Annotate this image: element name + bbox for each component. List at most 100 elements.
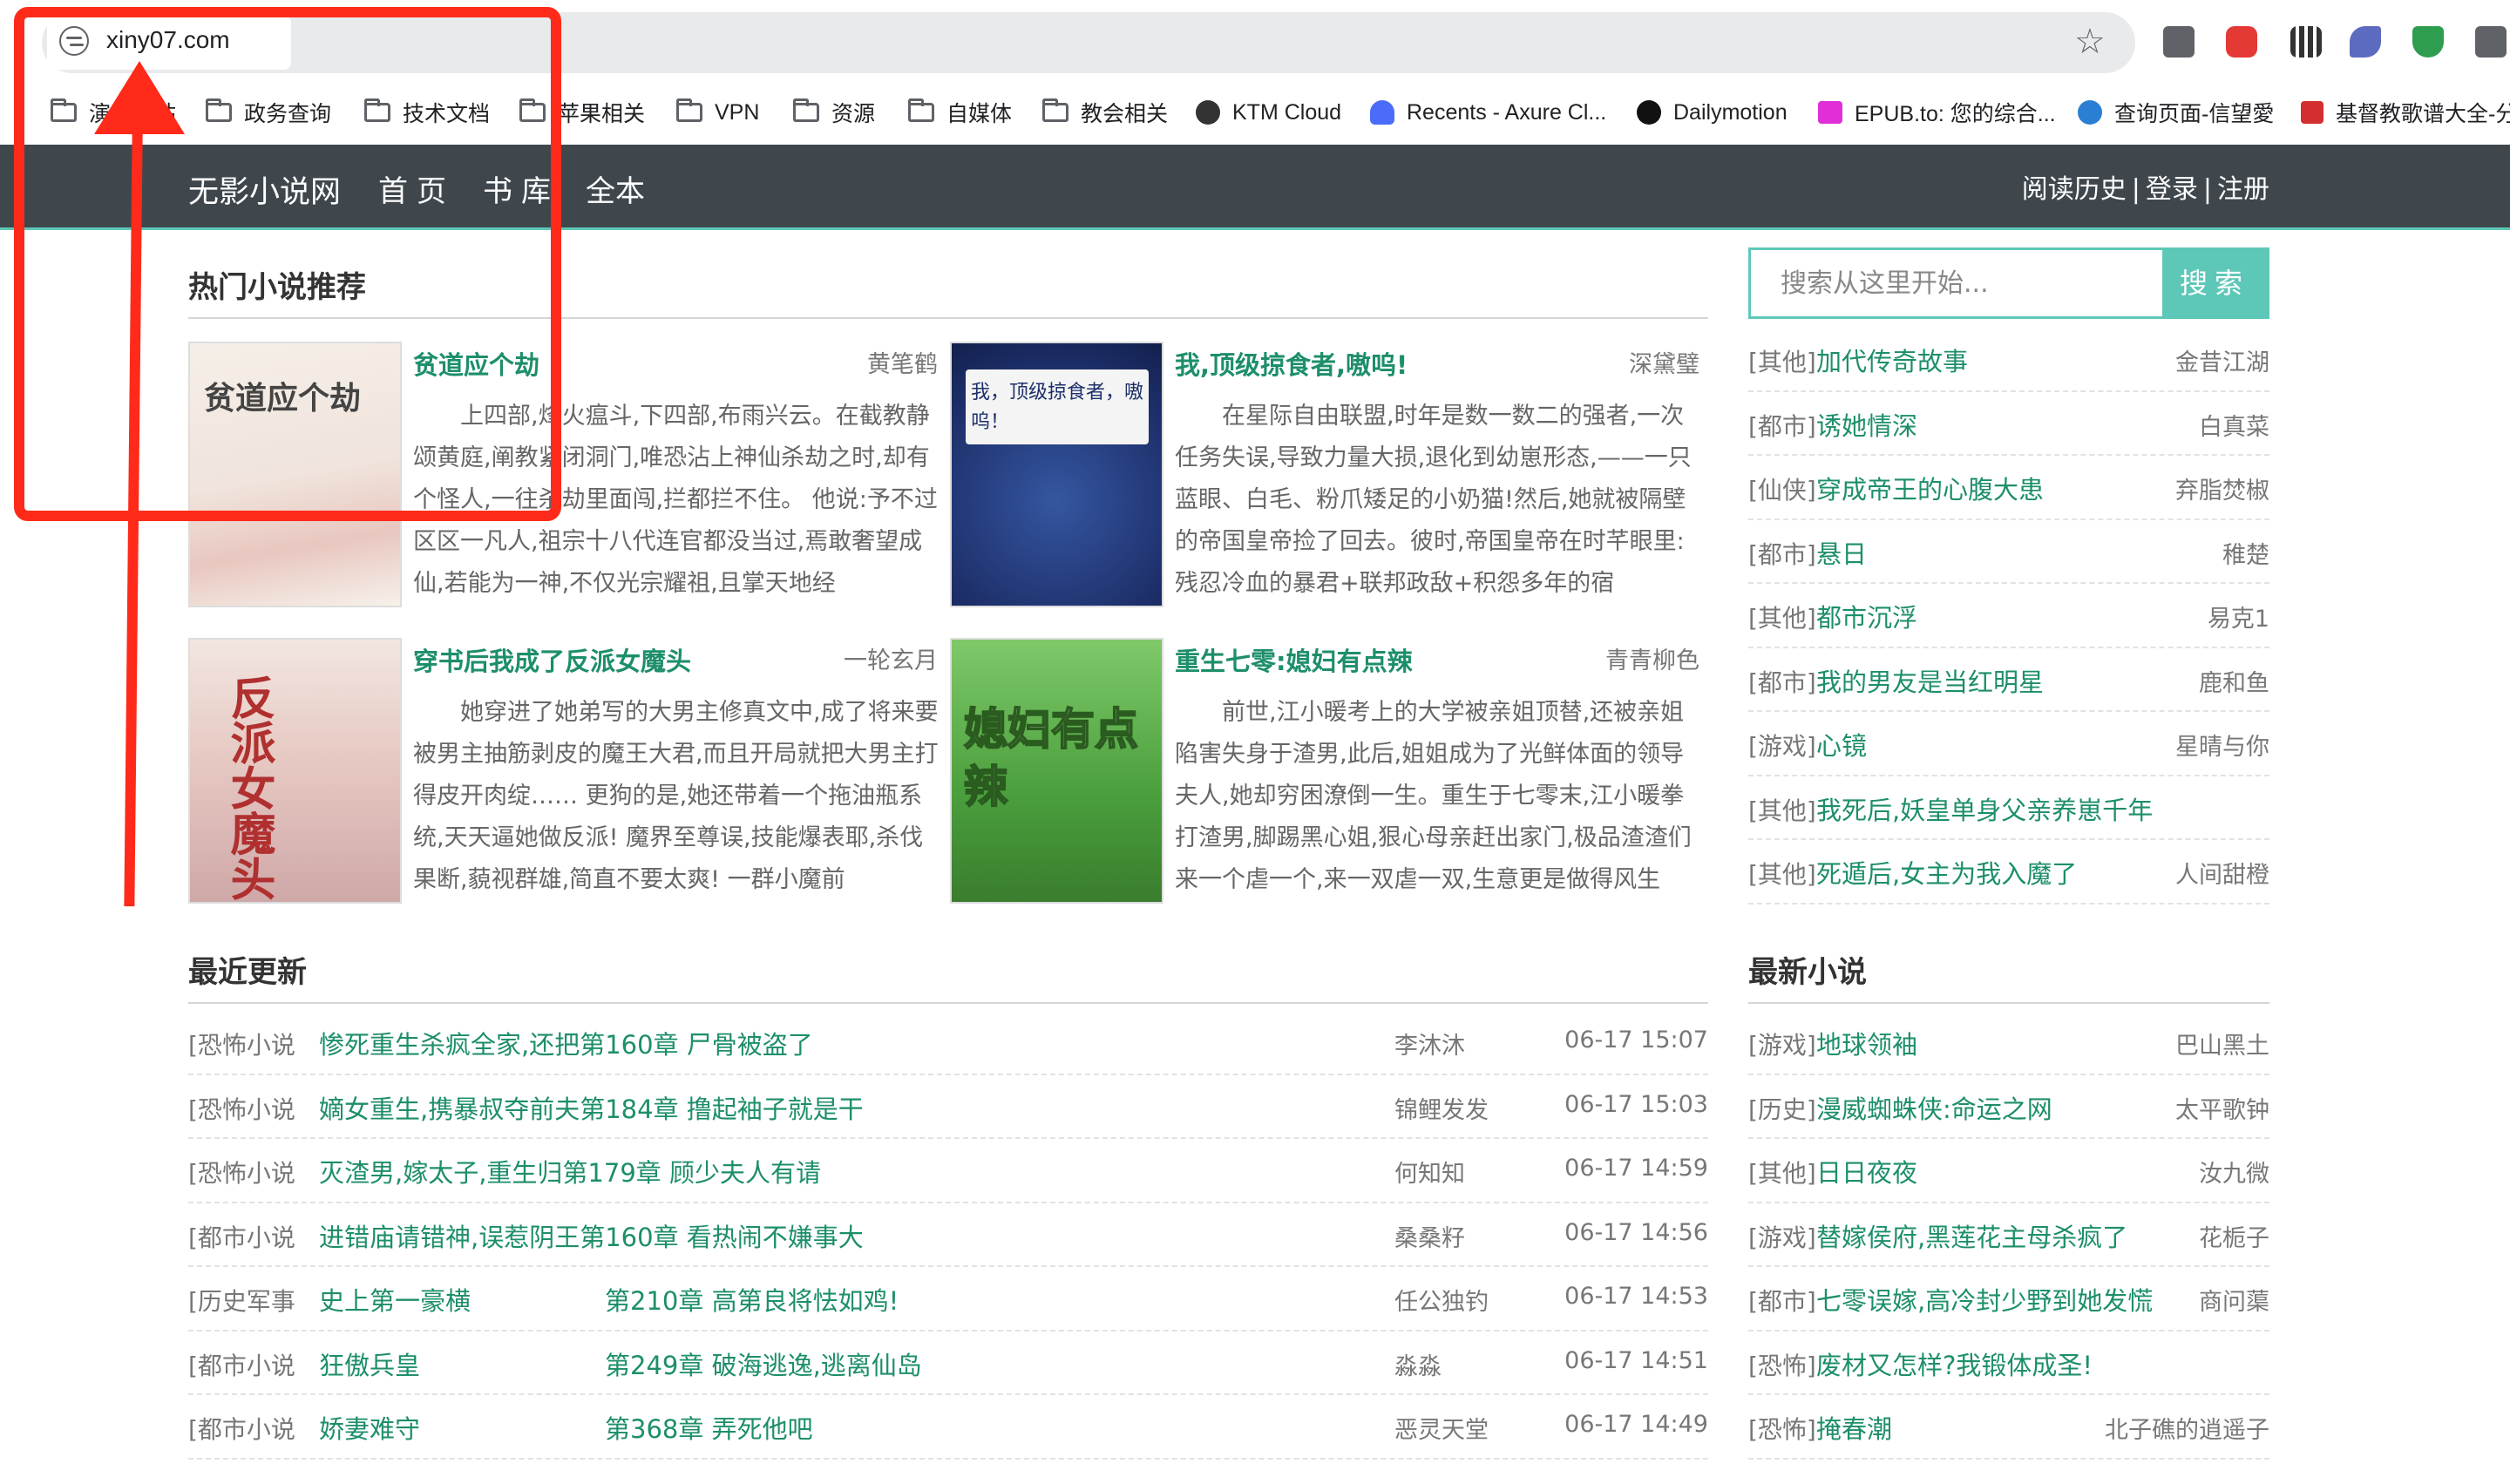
category-label: [游戏]: [1748, 1031, 1816, 1060]
table-row: [恐怖小说 嫡女重生,携暴叔夺前夫第184章 撸起袖子就是干 锦鲤发发 06-17 1…: [188, 1075, 1708, 1139]
music-icon: [2301, 101, 2323, 124]
book-title-link[interactable]: 穿书后我成了反派女魔头: [413, 641, 691, 678]
bookmark-item[interactable]: 资源: [793, 92, 875, 132]
bookmark-label: EPUB.to: 您的综合...: [1855, 102, 2056, 126]
bookmark-label: Recents - Axure Cl...: [1407, 99, 1607, 125]
category-label: [其他]: [1748, 604, 1816, 633]
bookmark-label: 自媒体: [946, 102, 1013, 126]
register-link[interactable]: 注册: [2217, 174, 2269, 205]
bookmark-item[interactable]: Recents - Axure Cl...: [1370, 92, 1606, 132]
novel-link[interactable]: 我死后,妖皇单身父亲养崽千年: [1816, 790, 2153, 827]
recent-section-title: 最近更新: [188, 955, 307, 990]
novel-link[interactable]: 狂傲兵皇: [319, 1345, 420, 1382]
novel-link[interactable]: 地球领袖: [1816, 1025, 1917, 1061]
author-name: 太平歌钟: [2175, 1096, 2269, 1124]
update-time: 06-17 14:59: [1564, 1155, 1708, 1182]
novel-link[interactable]: 加代传奇故事: [1816, 342, 1968, 378]
novel-link[interactable]: 悬日: [1816, 534, 1867, 571]
qr-extension-icon[interactable]: [2290, 26, 2322, 58]
list-item: [其他] 死遁后,女主为我入魔了 人间甜橙: [1748, 840, 2269, 905]
novel-chapter-link[interactable]: 进错庙请错神,误惹阴王第160章 看热闹不嫌事大: [319, 1217, 864, 1254]
category-label: [都市小说: [188, 1223, 295, 1252]
novel-link[interactable]: 史上第一豪横: [319, 1281, 471, 1318]
novel-link[interactable]: 日日夜夜: [1816, 1153, 1917, 1189]
author-name: 李沐沐: [1394, 1033, 1465, 1060]
search-input[interactable]: [1751, 250, 2164, 316]
novel-link[interactable]: 穿成帝王的心腹大患: [1816, 470, 2044, 506]
newest-novels-list: [游戏] 地球领袖 巴山黑土 [历史] 漫威蜘蛛侠:命运之网 太平歌钟 [其他] 日日夜夜…: [1748, 1011, 2269, 1460]
table-row: [都市小说 狂傲兵皇 第249章 破海逃逸,逃离仙岛 淼淼 06-17 14:51: [188, 1332, 1708, 1395]
bookmark-item[interactable]: KTM Cloud: [1196, 92, 1341, 132]
shield-extension-icon[interactable]: [2412, 26, 2444, 58]
author-name: 鹿和鱼: [2199, 669, 2269, 697]
red-extension-icon[interactable]: [2226, 26, 2257, 58]
book-title-link[interactable]: 我,顶级掠食者,嗷呜!: [1175, 345, 1408, 382]
login-link[interactable]: 登录: [2146, 174, 2198, 205]
bookmark-item[interactable]: 自媒体: [908, 92, 1012, 132]
book-cover[interactable]: 反派女魔头: [188, 638, 402, 904]
novel-chapter-link[interactable]: 嫡女重生,携暴叔夺前夫第184章 撸起袖子就是干: [319, 1089, 864, 1126]
author-name: 花栀子: [2199, 1224, 2269, 1252]
novel-link[interactable]: 七零误嫁,高冷封少野到她发慌: [1816, 1281, 2153, 1318]
bookmark-label: 教会相关: [1081, 102, 1169, 126]
chapter-link[interactable]: 第210章 高第良将怯如鸡!: [605, 1281, 899, 1318]
author-name: 桑桑籽: [1394, 1224, 1465, 1252]
category-label: [其他]: [1748, 1159, 1816, 1188]
book-author: 一轮玄月: [844, 647, 938, 674]
puzzle-extension-icon[interactable]: [2475, 26, 2507, 58]
novel-link[interactable]: 娇妻难守: [319, 1409, 420, 1446]
book-description: 前世,江小暖考上的大学被亲姐顶替,还被亲姐陷害失身于渣男,此后,姐姐成为了光鲜体…: [1175, 699, 1692, 893]
author-name: 金昔江湖: [2175, 349, 2269, 376]
author-name: 人间甜橙: [2175, 862, 2269, 889]
chapter-link[interactable]: 第249章 破海逃逸,逃离仙岛: [605, 1345, 922, 1382]
book-cover[interactable]: 媳妇有点辣: [950, 638, 1163, 904]
chapter-link[interactable]: 第368章 弄死他吧: [605, 1409, 813, 1446]
category-label: [游戏]: [1748, 1223, 1816, 1252]
list-item: [其他] 我死后,妖皇单身父亲养崽千年: [1748, 776, 2269, 840]
novel-chapter-link[interactable]: 惨死重生杀疯全家,还把第160章 尸骨被盗了: [319, 1025, 813, 1061]
bookmark-item[interactable]: 查询页面-信望愛: [2078, 92, 2274, 132]
book-title-link[interactable]: 重生七零:媳妇有点辣: [1175, 641, 1413, 678]
recent-updates-list: [恐怖小说 惨死重生杀疯全家,还把第160章 尸骨被盗了 李沐沐 06-17 15:0…: [188, 1011, 1708, 1460]
author-name: 汝九微: [2199, 1161, 2269, 1188]
novel-link[interactable]: 掩春潮: [1816, 1409, 1892, 1446]
bookmark-item[interactable]: Dailymotion: [1637, 92, 1788, 132]
bookmark-star-icon[interactable]: ☆: [2074, 21, 2106, 63]
list-item: [游戏] 地球领袖 巴山黑土: [1748, 1011, 2269, 1075]
list-item: [其他] 都市沉浮 易克1: [1748, 584, 2269, 648]
nav-complete-link[interactable]: 全本: [586, 167, 645, 210]
globe-icon: [2078, 100, 2102, 125]
folder-icon: [1042, 98, 1068, 122]
novel-link[interactable]: 漫威蜘蛛侠:命运之网: [1816, 1089, 2052, 1126]
book-cover[interactable]: 我，顶级掠食者，嗷呜！: [950, 342, 1163, 607]
table-row: [都市小说 娇妻难守 第368章 弄死他吧 恶灵天堂 06-17 14:49: [188, 1395, 1708, 1460]
author-name: 商问蕖: [2199, 1289, 2269, 1316]
search-button[interactable]: 搜索: [2162, 250, 2267, 316]
epub-icon: [1818, 101, 1842, 124]
reading-history-link[interactable]: 阅读历史: [2022, 174, 2127, 205]
bookmark-label: VPN: [715, 99, 760, 125]
novel-link[interactable]: 我的男友是当红明星: [1816, 662, 2044, 699]
camera-extension-icon[interactable]: [2163, 26, 2195, 58]
hot-book-card: 我，顶级掠食者，嗷呜！ 我,顶级掠食者,嗷呜! 深黛璧 在星际自由联盟,时年是数…: [950, 342, 1699, 607]
update-time: 06-17 14:56: [1564, 1218, 1708, 1246]
novel-link[interactable]: 替嫁侯府,黑莲花主母杀疯了: [1816, 1217, 2127, 1254]
table-row: [恐怖小说 灭渣男,嫁太子,重生归第179章 顾少夫人有请 何知知 06-17 14:…: [188, 1139, 1708, 1203]
bookmark-label: Dailymotion: [1673, 99, 1788, 125]
bookmark-item[interactable]: 教会相关: [1042, 92, 1168, 132]
bird-extension-icon[interactable]: [2350, 26, 2381, 58]
bookmark-item[interactable]: 基督教歌谱大全-分: [2301, 92, 2510, 132]
category-label: [都市]: [1748, 411, 1816, 441]
user-links: 阅读历史 | 登录 | 注册: [2022, 167, 2269, 206]
sidebar-hot-list: [其他] 加代传奇故事 金昔江湖 [都市] 诱她情深 白真菜 [仙侠] 穿成帝王的心腹大患…: [1748, 328, 2269, 905]
novel-link[interactable]: 废材又怎样?我锻体成圣!: [1816, 1345, 2093, 1382]
novel-link[interactable]: 心镜: [1816, 726, 1867, 762]
novel-link[interactable]: 都市沉浮: [1816, 598, 1917, 634]
novel-link[interactable]: 诱她情深: [1816, 406, 1917, 443]
bookmark-item[interactable]: EPUB.to: 您的综合...: [1818, 92, 2056, 132]
novel-link[interactable]: 死遁后,女主为我入魔了: [1816, 854, 2077, 891]
novel-chapter-link[interactable]: 灭渣男,嫁太子,重生归第179章 顾少夫人有请: [319, 1153, 821, 1189]
category-label: [历史军事: [188, 1287, 295, 1316]
update-time: 06-17 14:51: [1564, 1346, 1708, 1374]
bookmark-item[interactable]: VPN: [676, 92, 759, 132]
